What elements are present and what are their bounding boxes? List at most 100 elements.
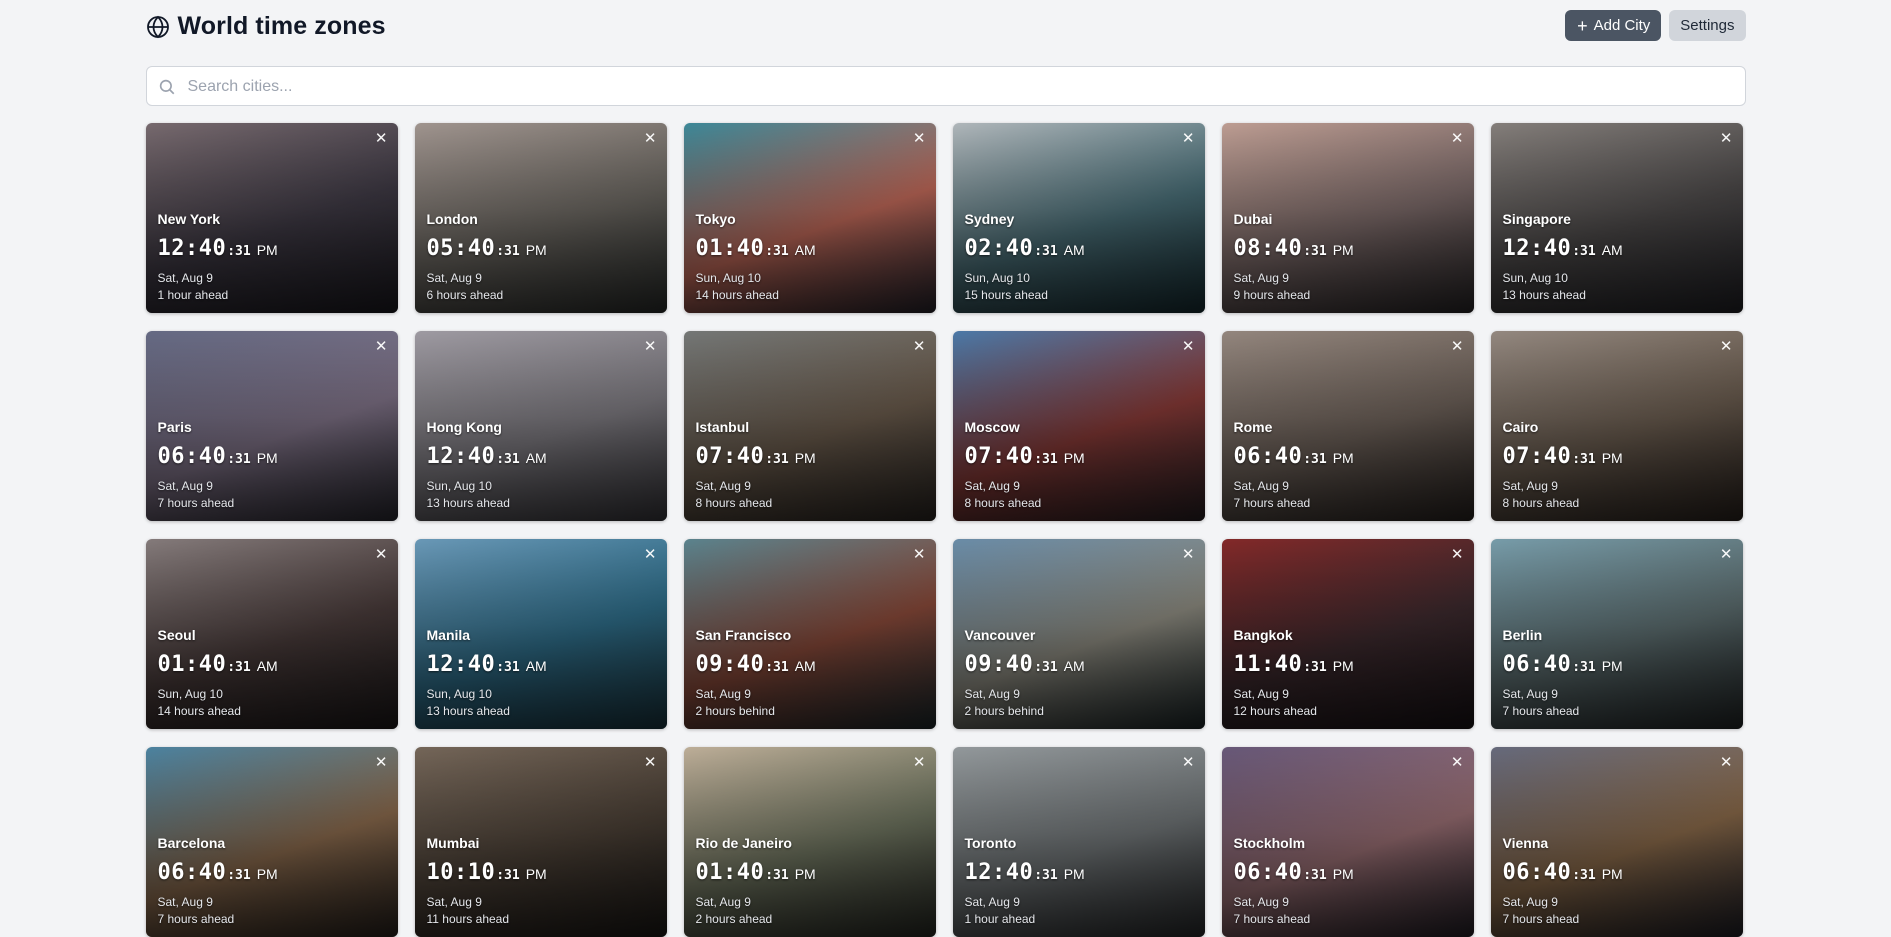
city-date: Sat, Aug 9 [964,479,1020,493]
city-card[interactable]: ✕ Cairo 07:40 :31 PM Sat, Aug 9 8 hours … [1490,331,1743,521]
time-ampm: PM [794,866,816,882]
remove-city-icon[interactable]: ✕ [1720,755,1733,770]
city-card[interactable]: ✕ Rome 06:40 :31 PM Sat, Aug 9 7 hours a… [1221,331,1474,521]
remove-city-icon[interactable]: ✕ [1182,339,1195,354]
city-offset: 11 hours ahead [426,912,510,926]
remove-city-icon[interactable]: ✕ [913,547,926,562]
header-actions: + Add City Settings [1565,10,1746,41]
card-info: Toronto 12:40 :31 PM Sat, Aug 9 1 hour a… [965,835,1085,926]
city-card[interactable]: ✕ Rio de Janeiro 01:40 :31 PM Sat, Aug 9… [683,747,936,937]
card-info: Sydney 02:40 :31 AM Sun, Aug 10 15 hours… [965,211,1085,302]
time-hours-minutes: 11:40 [1233,652,1303,677]
time-hours-minutes: 01:40 [157,652,227,677]
remove-city-icon[interactable]: ✕ [375,339,388,354]
city-card[interactable]: ✕ Singapore 12:40 :31 AM Sun, Aug 10 13 … [1490,123,1743,313]
search-input[interactable] [185,67,1730,107]
city-date: Sat, Aug 9 [964,895,1020,909]
city-card[interactable]: ✕ Berlin 06:40 :31 PM Sat, Aug 9 7 hours… [1490,539,1743,729]
remove-city-icon[interactable]: ✕ [1182,131,1195,146]
city-offset: 1 hour ahead [157,288,229,302]
remove-city-icon[interactable]: ✕ [1182,755,1195,770]
city-time: 05:40 :31 PM [427,236,547,261]
time-hours-minutes: 12:40 [964,860,1034,885]
city-card[interactable]: ✕ Hong Kong 12:40 :31 AM Sun, Aug 10 13 … [414,331,667,521]
city-card[interactable]: ✕ Vancouver 09:40 :31 AM Sat, Aug 9 2 ho… [952,539,1205,729]
city-date: Sat, Aug 9 [695,479,751,493]
city-date: Sun, Aug 10 [426,687,492,701]
card-info: Rio de Janeiro 01:40 :31 PM Sat, Aug 9 2… [696,835,816,926]
city-offset: 7 hours ahead [1502,912,1580,926]
add-city-button[interactable]: + Add City [1565,10,1662,41]
time-seconds: :31 [1303,868,1327,883]
remove-city-icon[interactable]: ✕ [1182,547,1195,562]
remove-city-icon[interactable]: ✕ [644,131,657,146]
time-hours-minutes: 05:40 [426,236,496,261]
time-seconds: :31 [1572,868,1596,883]
remove-city-icon[interactable]: ✕ [913,131,926,146]
search-icon [159,79,174,95]
city-card[interactable]: ✕ Vienna 06:40 :31 PM Sat, Aug 9 7 hours… [1490,747,1743,937]
city-offset: 12 hours ahead [1233,704,1317,718]
city-card[interactable]: ✕ Seoul 01:40 :31 AM Sun, Aug 10 14 hour… [145,539,398,729]
remove-city-icon[interactable]: ✕ [644,339,657,354]
remove-city-icon[interactable]: ✕ [644,547,657,562]
city-offset: 7 hours ahead [1502,704,1580,718]
city-date: Sat, Aug 9 [157,479,213,493]
city-card[interactable]: ✕ San Francisco 09:40 :31 AM Sat, Aug 9 … [683,539,936,729]
city-offset: 15 hours ahead [964,288,1048,302]
city-offset: 8 hours ahead [1502,496,1580,510]
city-date: Sat, Aug 9 [695,895,751,909]
city-card[interactable]: ✕ Bangkok 11:40 :31 PM Sat, Aug 9 12 hou… [1221,539,1474,729]
remove-city-icon[interactable]: ✕ [644,755,657,770]
city-offset: 13 hours ahead [426,496,510,510]
city-time: 12:40 :31 AM [1503,236,1623,261]
city-card[interactable]: ✕ Mumbai 10:10 :31 PM Sat, Aug 9 11 hour… [414,747,667,937]
city-card[interactable]: ✕ Paris 06:40 :31 PM Sat, Aug 9 7 hours … [145,331,398,521]
remove-city-icon[interactable]: ✕ [1451,755,1464,770]
city-card[interactable]: ✕ Stockholm 06:40 :31 PM Sat, Aug 9 7 ho… [1221,747,1474,937]
settings-button[interactable]: Settings [1669,10,1746,41]
city-card[interactable]: ✕ Barcelona 06:40 :31 PM Sat, Aug 9 7 ho… [145,747,398,937]
city-card[interactable]: ✕ London 05:40 :31 PM Sat, Aug 9 6 hours… [414,123,667,313]
time-seconds: :31 [227,868,251,883]
remove-city-icon[interactable]: ✕ [1720,339,1733,354]
city-card[interactable]: ✕ New York 12:40 :31 PM Sat, Aug 9 1 hou… [145,123,398,313]
city-card[interactable]: ✕ Sydney 02:40 :31 AM Sun, Aug 10 15 hou… [952,123,1205,313]
remove-city-icon[interactable]: ✕ [375,547,388,562]
city-card[interactable]: ✕ Toronto 12:40 :31 PM Sat, Aug 9 1 hour… [952,747,1205,937]
city-date: Sat, Aug 9 [1502,687,1558,701]
card-info: Hong Kong 12:40 :31 AM Sun, Aug 10 13 ho… [427,419,547,510]
city-name: Hong Kong [426,419,502,435]
remove-city-icon[interactable]: ✕ [913,755,926,770]
remove-city-icon[interactable]: ✕ [375,131,388,146]
time-ampm: AM [794,242,816,258]
remove-city-icon[interactable]: ✕ [1720,547,1733,562]
city-offset: 7 hours ahead [157,496,235,510]
time-seconds: :31 [1034,868,1058,883]
time-hours-minutes: 12:40 [426,444,496,469]
remove-city-icon[interactable]: ✕ [375,755,388,770]
remove-city-icon[interactable]: ✕ [1720,131,1733,146]
remove-city-icon[interactable]: ✕ [1451,131,1464,146]
card-info: Paris 06:40 :31 PM Sat, Aug 9 7 hours ah… [158,419,278,510]
city-card[interactable]: ✕ Tokyo 01:40 :31 AM Sun, Aug 10 14 hour… [683,123,936,313]
city-card[interactable]: ✕ Istanbul 07:40 :31 PM Sat, Aug 9 8 hou… [683,331,936,521]
city-card[interactable]: ✕ Manila 12:40 :31 AM Sun, Aug 10 13 hou… [414,539,667,729]
time-hours-minutes: 06:40 [157,444,227,469]
city-card[interactable]: ✕ Moscow 07:40 :31 PM Sat, Aug 9 8 hours… [952,331,1205,521]
city-offset: 7 hours ahead [1233,912,1311,926]
remove-city-icon[interactable]: ✕ [1451,547,1464,562]
plus-icon: + [1577,15,1588,36]
card-info: Vienna 06:40 :31 PM Sat, Aug 9 7 hours a… [1503,835,1623,926]
page-title: World time zones [177,12,386,40]
time-hours-minutes: 06:40 [1502,860,1572,885]
city-date: Sun, Aug 10 [157,687,223,701]
remove-city-icon[interactable]: ✕ [913,339,926,354]
city-time: 07:40 :31 PM [965,444,1085,469]
time-ampm: PM [1601,450,1623,466]
city-offset: 2 hours behind [695,704,775,718]
city-offset: 6 hours ahead [426,288,504,302]
remove-city-icon[interactable]: ✕ [1451,339,1464,354]
time-seconds: :31 [1572,660,1596,675]
city-card[interactable]: ✕ Dubai 08:40 :31 PM Sat, Aug 9 9 hours … [1221,123,1474,313]
